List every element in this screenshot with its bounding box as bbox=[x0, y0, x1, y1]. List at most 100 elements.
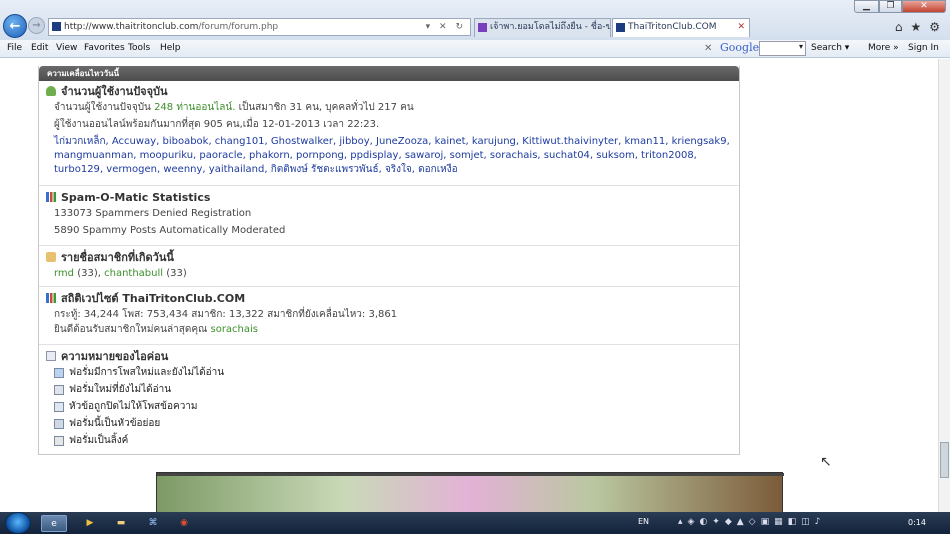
whats-going-on-panel: ความเคลื่อนไหววันนี้ จำนวนผู้ใช้งานปัจจุ… bbox=[38, 66, 740, 455]
close-button[interactable]: ✕ bbox=[902, 0, 946, 13]
home-icon[interactable]: ⌂ bbox=[895, 20, 903, 34]
legend-item-label: หัวข้อถูกปิดไม่ให้โพสข้อความ bbox=[69, 401, 198, 412]
google-search-button[interactable]: Search ▾ bbox=[811, 43, 849, 53]
online-count-suffix: เป็นสมาชิก 31 คน, บุคคลทั่วไป 217 คน bbox=[235, 102, 414, 113]
bar-chart-icon bbox=[46, 293, 56, 303]
birthday-title-text: รายชื่อสมาชิกที่เกิดวันนี้ bbox=[61, 251, 174, 264]
spam-stats-section: Spam-O-Matic Statistics 133073 Spammers … bbox=[39, 185, 739, 243]
site-favicon-icon bbox=[52, 22, 61, 31]
online-users-title-text: จำนวนผู้ใช้งานปัจจุบัน bbox=[61, 85, 168, 98]
site-stats-title-text: สถิติเวปไซต์ ThaiTritonClub.COM bbox=[61, 292, 246, 305]
birthday-title: รายชื่อสมาชิกที่เกิดวันนี้ bbox=[46, 249, 739, 265]
legend-item: ฟอรั่มมีการโพสใหม่และยังไม่ได้อ่าน bbox=[54, 364, 739, 381]
browser-tool-icons: ⌂ ★ ⚙ bbox=[895, 20, 940, 34]
url-path: /forum/forum.php bbox=[198, 22, 279, 32]
maximize-button[interactable]: ❐ bbox=[879, 0, 902, 13]
mouse-cursor-icon: ↖ bbox=[820, 454, 832, 470]
new-posts-forum-icon bbox=[54, 367, 64, 378]
google-sign-in-button[interactable]: Sign In bbox=[908, 43, 939, 53]
back-arrow-icon[interactable]: ← bbox=[3, 14, 27, 38]
language-indicator[interactable]: EN bbox=[638, 517, 649, 526]
online-count-line: จำนวนผู้ใช้งานปัจจุบัน 248 ท่านออนไลน์. … bbox=[54, 99, 739, 116]
birthday-cake-icon bbox=[46, 252, 56, 262]
birthday-age: (33) bbox=[163, 268, 187, 279]
lock-icon bbox=[54, 401, 64, 412]
flower-banner-image[interactable] bbox=[156, 472, 784, 512]
icon-legend-title: ความหมายของไอค่อน bbox=[46, 348, 739, 364]
legend-item: ฟอรั่มใหม่ที่ยังไม่ได้อ่าน bbox=[54, 381, 739, 398]
online-count-prefix: จำนวนผู้ใช้งานปัจจุบัน bbox=[54, 102, 155, 113]
browser-titlebar: ← → http://www.thaitritonclub.com/forum/… bbox=[0, 0, 950, 40]
tab-favicon-icon bbox=[616, 23, 625, 32]
tab-favicon-icon bbox=[478, 23, 487, 32]
scrollbar-thumb[interactable] bbox=[940, 442, 949, 478]
legend-item-label: ฟอรั่มใหม่ที่ยังไม่ได้อ่าน bbox=[69, 384, 172, 395]
windows-taskbar: e ▶ ▬ ⌘ ◉ EN ▴◈◐✦◆▲◇▣▦◧◫♪ 0:14 bbox=[0, 512, 950, 534]
menu-favorites[interactable]: Favorites bbox=[84, 43, 125, 53]
url-host: http://www.thaitritonclub.com bbox=[64, 22, 199, 32]
tab-label: ThaiTritonClub.COM bbox=[628, 22, 717, 32]
address-bar[interactable]: http://www.thaitritonclub.com/forum/foru… bbox=[48, 18, 471, 36]
taskbar-chrome-icon[interactable]: ◉ bbox=[171, 515, 197, 532]
birthday-line: rmd (33), chanthabull (33) bbox=[54, 265, 739, 282]
tab-label: เจ้าพา.ยอมโดลไม่ถึงยืน - ชื่อ-ขาย... bbox=[490, 22, 611, 32]
google-more-button[interactable]: More » bbox=[868, 43, 899, 53]
minimize-button[interactable]: ▁ bbox=[854, 0, 879, 13]
tab-1[interactable]: เจ้าพา.ยอมโดลไม่ถึงยืน - ชื่อ-ขาย... bbox=[474, 18, 611, 37]
start-button[interactable] bbox=[5, 512, 31, 534]
favorites-star-icon[interactable]: ★ bbox=[910, 20, 921, 34]
online-count-link[interactable]: 248 ท่านออนไลน์. bbox=[154, 102, 235, 113]
birthday-age: (33), bbox=[74, 268, 105, 279]
banner-top-bar bbox=[157, 473, 784, 476]
newest-member-link[interactable]: sorachais bbox=[210, 324, 258, 335]
taskbar-clock[interactable]: 0:14 bbox=[908, 518, 926, 527]
menu-file[interactable]: File bbox=[7, 43, 22, 53]
site-stats-section: สถิติเวปไซต์ ThaiTritonClub.COM กระทู้: … bbox=[39, 286, 739, 343]
legend-item-label: ฟอรั่มเป็นลิ้งค์ bbox=[69, 435, 129, 446]
legend-item: ฟอรั่มเป็นลิ้งค์ bbox=[54, 432, 739, 449]
menu-edit[interactable]: Edit bbox=[31, 43, 48, 53]
address-controls[interactable]: ▾ ✕ ↻ bbox=[426, 19, 466, 35]
taskbar-ie-button[interactable]: e bbox=[41, 515, 67, 532]
gear-icon[interactable]: ⚙ bbox=[929, 20, 940, 34]
menu-help[interactable]: Help bbox=[160, 43, 181, 53]
page-content: ความเคลื่อนไหววันนี้ จำนวนผู้ใช้งานปัจจุ… bbox=[0, 59, 938, 512]
google-logo: Google bbox=[720, 41, 760, 54]
max-online-line: ผู้ใช้งานออนไลน์พร้อมกันมากที่สุด 905 คน… bbox=[54, 119, 380, 130]
birthday-member-link[interactable]: chanthabull bbox=[104, 268, 163, 279]
legend-item: ฟอรั่มนี้เป็นหัวข้อย่อย bbox=[54, 415, 739, 432]
legend-item-label: ฟอรั่มมีการโพสใหม่และยังไม่ได้อ่าน bbox=[69, 367, 225, 378]
menu-view[interactable]: View bbox=[56, 43, 77, 53]
forward-arrow-icon[interactable]: → bbox=[28, 17, 45, 34]
legend-item: หัวข้อถูกปิดไม่ให้โพสข้อความ bbox=[54, 398, 739, 415]
window-controls: ▁ ❐ ✕ bbox=[854, 0, 946, 14]
icon-legend-title-text: ความหมายของไอค่อน bbox=[61, 350, 169, 363]
bar-chart-icon bbox=[46, 192, 56, 202]
tab-2[interactable]: ThaiTritonClub.COM ✕ bbox=[612, 18, 750, 37]
legend-doc-icon bbox=[46, 351, 56, 361]
spam-stats-title: Spam-O-Matic Statistics bbox=[46, 189, 739, 205]
google-search-input[interactable]: ▾ bbox=[759, 41, 806, 56]
system-tray-icons[interactable]: ▴◈◐✦◆▲◇▣▦◧◫♪ bbox=[678, 517, 825, 527]
tab-close-icon[interactable]: ✕ bbox=[737, 19, 745, 36]
user-icon bbox=[46, 86, 56, 96]
vertical-scrollbar[interactable] bbox=[938, 59, 950, 512]
panel-header: ความเคลื่อนไหววันนี้ bbox=[39, 66, 739, 81]
menu-bar: File Edit View Favorites Tools Help ✕ Go… bbox=[0, 40, 950, 58]
subforum-icon bbox=[54, 418, 64, 429]
site-stats-title: สถิติเวปไซต์ ThaiTritonClub.COM bbox=[46, 290, 739, 306]
newest-member-prefix: ยินดีต้อนรับสมาชิกใหม่คนล่าสุดคุณ bbox=[54, 324, 211, 335]
spam-moderated-line: 5890 Spammy Posts Automatically Moderate… bbox=[54, 225, 286, 236]
legend-item-label: ฟอรั่มนี้เป็นหัวข้อย่อย bbox=[69, 418, 161, 429]
online-users-section: จำนวนผู้ใช้งานปัจจุบัน จำนวนผู้ใช้งานปัจ… bbox=[39, 83, 739, 185]
newest-member-line: ยินดีต้อนรับสมาชิกใหม่คนล่าสุดคุณ sorach… bbox=[54, 321, 739, 338]
birthday-section: รายชื่อสมาชิกที่เกิดวันนี้ rmd (33), cha… bbox=[39, 245, 739, 285]
menu-tools[interactable]: Tools bbox=[128, 43, 150, 53]
spam-denied-line: 133073 Spammers Denied Registration bbox=[54, 208, 252, 219]
taskbar-explorer-folder-icon[interactable]: ▬ bbox=[108, 515, 134, 532]
link-forum-icon bbox=[54, 435, 64, 446]
birthday-member-link[interactable]: rmd bbox=[54, 268, 74, 279]
taskbar-network-icon[interactable]: ⌘ bbox=[140, 515, 166, 532]
google-toolbar-close-icon[interactable]: ✕ bbox=[704, 43, 712, 54]
taskbar-media-player-icon[interactable]: ▶ bbox=[77, 515, 103, 532]
